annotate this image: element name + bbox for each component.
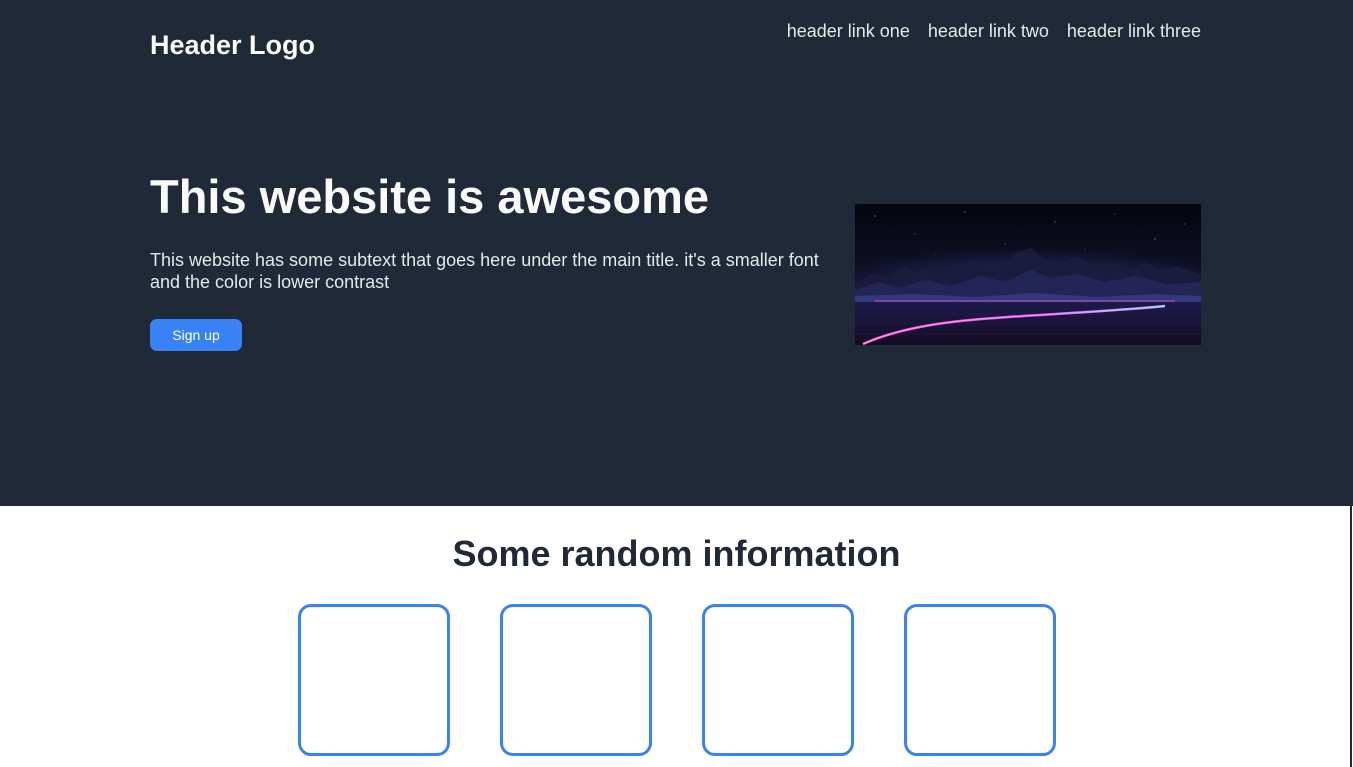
nav-link-one[interactable]: header link one — [787, 18, 910, 44]
hero-subtext: This website has some subtext that goes … — [150, 250, 819, 292]
info-card — [298, 604, 450, 756]
section-title: Some random information — [452, 533, 901, 574]
info-card — [904, 604, 1056, 756]
nav-link-three[interactable]: header link three — [1067, 18, 1201, 44]
hero-image — [855, 204, 1201, 345]
header-logo[interactable]: Header Logo — [150, 28, 315, 62]
signup-button[interactable]: Sign up — [150, 319, 242, 351]
nav-link-two[interactable]: header link two — [928, 18, 1049, 44]
hero-section: Header Logo header link one header link … — [0, 0, 1353, 506]
page-right-border — [1350, 506, 1352, 767]
info-card — [500, 604, 652, 756]
info-card — [702, 604, 854, 756]
header-nav: header link one header link two header l… — [787, 18, 1201, 44]
hero-title: This website is awesome — [150, 170, 709, 223]
